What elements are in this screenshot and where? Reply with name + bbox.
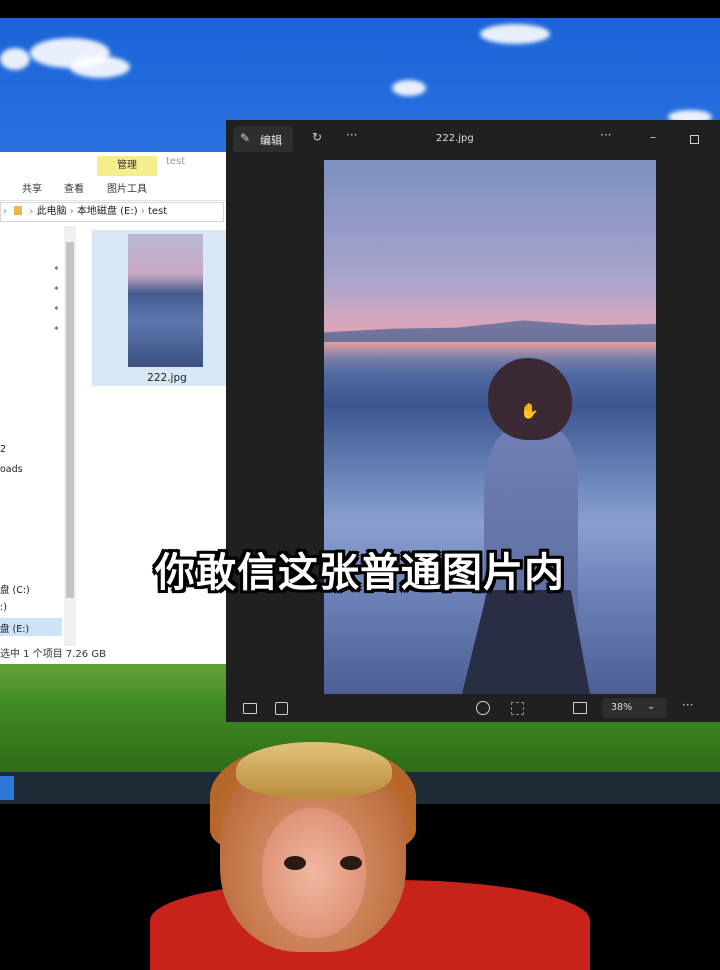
cloud <box>70 56 130 78</box>
fit-to-window-icon[interactable] <box>573 702 587 714</box>
more-options-icon[interactable]: ··· <box>346 128 357 142</box>
folder-icon <box>14 206 23 215</box>
file-thumbnail[interactable] <box>128 234 203 367</box>
address-bar[interactable]: › › 此电脑 › 本地磁盘 (E:) › test <box>0 202 224 222</box>
pin-icon: ✦ <box>53 324 60 333</box>
chevron-right-icon: › <box>3 206 7 217</box>
pin-icon: ✦ <box>53 304 60 313</box>
zoom-level: 38% <box>611 702 633 713</box>
photo-viewer-window: ✎ 编辑 ↻ ··· 222.jpg ··· – ✋ 38% ⌄ ··· <box>226 120 720 722</box>
photo-figure-skirt <box>462 590 590 694</box>
top-black-bar <box>0 0 720 18</box>
monkey-king-face-inner <box>262 808 366 938</box>
cloud <box>392 80 426 96</box>
visual-search-icon[interactable] <box>511 702 524 715</box>
monkey-king-eye <box>340 856 362 870</box>
start-button[interactable] <box>0 776 14 800</box>
status-bar: 选中 1 个项目 7.26 GB <box>0 646 228 664</box>
monkey-king-eye <box>284 856 306 870</box>
photo-mountain <box>324 320 656 342</box>
tab-picture-tools[interactable]: 图片工具 <box>107 180 147 195</box>
tab-manage[interactable]: 管理 <box>97 156 157 176</box>
hand-cursor-icon: ✋ <box>520 402 539 420</box>
nav-item-drive-d[interactable]: :) <box>0 602 7 613</box>
chevron-right-icon: › <box>29 206 34 217</box>
chevron-right-icon: › <box>69 206 74 217</box>
maximize-icon[interactable] <box>690 135 699 144</box>
cloud <box>0 48 30 70</box>
info-icon[interactable] <box>476 701 490 715</box>
tab-view[interactable]: 查看 <box>64 180 84 195</box>
rotate-icon[interactable]: ↻ <box>312 130 322 144</box>
nav-item-downloads[interactable]: oads <box>0 464 23 475</box>
ribbon: 管理 test 共享 查看 图片工具 <box>0 152 228 201</box>
minimize-icon[interactable]: – <box>650 130 656 144</box>
chevron-down-icon[interactable]: ⌄ <box>647 701 655 712</box>
breadcrumb-test[interactable]: test <box>148 206 167 217</box>
pin-icon: ✦ <box>53 264 60 273</box>
more-options-icon[interactable]: ··· <box>600 128 611 142</box>
video-caption: 你敢信这张普通图片内 <box>155 550 565 596</box>
edit-image-icon: ✎ <box>240 131 251 145</box>
breadcrumb-drive-e[interactable]: 本地磁盘 (E:) <box>77 206 138 217</box>
more-options-icon[interactable]: ··· <box>682 698 693 712</box>
edit-label: 编辑 <box>260 134 282 147</box>
monkey-king-crown <box>236 742 392 798</box>
nav-item-drive-e[interactable]: 盘 (E:) <box>0 621 29 635</box>
cloud <box>480 24 550 44</box>
photo-figure-hair <box>488 358 572 440</box>
pin-icon: ✦ <box>53 284 60 293</box>
slideshow-icon[interactable] <box>275 702 288 715</box>
file-name[interactable]: 222.jpg <box>92 372 228 384</box>
displayed-photo[interactable]: ✋ <box>324 160 656 694</box>
chevron-right-icon: › <box>140 206 145 217</box>
nav-item[interactable]: 2 <box>0 444 6 455</box>
tab-share[interactable]: 共享 <box>22 180 42 195</box>
breadcrumb-this-pc[interactable]: 此电脑 <box>37 206 67 217</box>
filmstrip-icon[interactable] <box>243 703 257 714</box>
viewer-title: 222.jpg <box>436 133 474 144</box>
window-title: test <box>166 156 186 167</box>
